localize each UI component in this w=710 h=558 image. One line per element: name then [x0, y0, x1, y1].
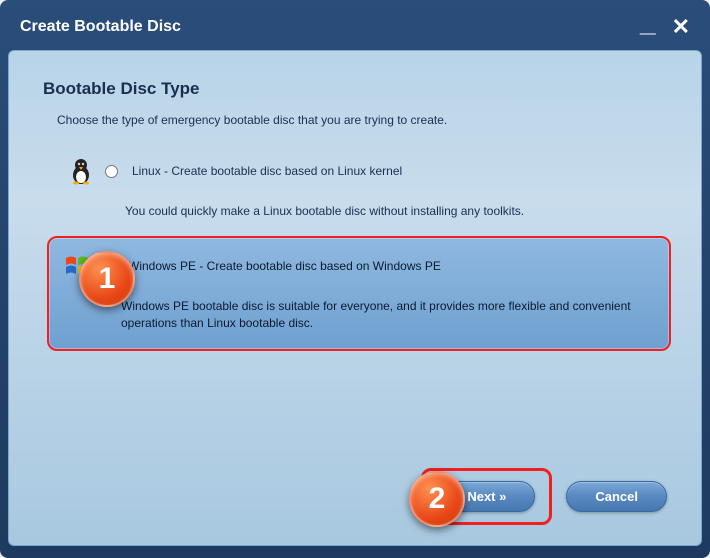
callout-badge-2: 2: [409, 471, 465, 527]
option-winpe-detail: Windows PE bootable disc is suitable for…: [121, 298, 655, 332]
option-linux-label: Linux - Create bootable disc based on Li…: [132, 164, 402, 178]
option-winpe[interactable]: Windows PE - Create bootable disc based …: [47, 236, 671, 352]
callout-badge-1: 1: [79, 251, 135, 307]
minimize-button[interactable]: _: [640, 8, 656, 36]
section-title: Bootable Disc Type: [43, 79, 667, 99]
penguin-icon: [67, 157, 95, 185]
close-button[interactable]: ✕: [672, 16, 690, 38]
cancel-button[interactable]: Cancel: [566, 481, 667, 512]
section-description: Choose the type of emergency bootable di…: [57, 113, 667, 127]
dialog-window: Create Bootable Disc _ ✕ Bootable Disc T…: [0, 0, 710, 558]
titlebar: Create Bootable Disc _ ✕: [8, 8, 702, 50]
radio-linux[interactable]: [105, 165, 118, 178]
window-controls: _ ✕: [640, 16, 690, 38]
content-panel: Bootable Disc Type Choose the type of em…: [8, 50, 702, 546]
option-winpe-row: Windows PE - Create bootable disc based …: [63, 252, 655, 280]
option-linux[interactable]: Linux - Create bootable disc based on Li…: [57, 149, 667, 228]
option-linux-row: Linux - Create bootable disc based on Li…: [67, 157, 657, 185]
window-title: Create Bootable Disc: [20, 18, 181, 36]
option-linux-detail: You could quickly make a Linux bootable …: [125, 203, 657, 220]
option-winpe-label: Windows PE - Create bootable disc based …: [128, 259, 441, 273]
